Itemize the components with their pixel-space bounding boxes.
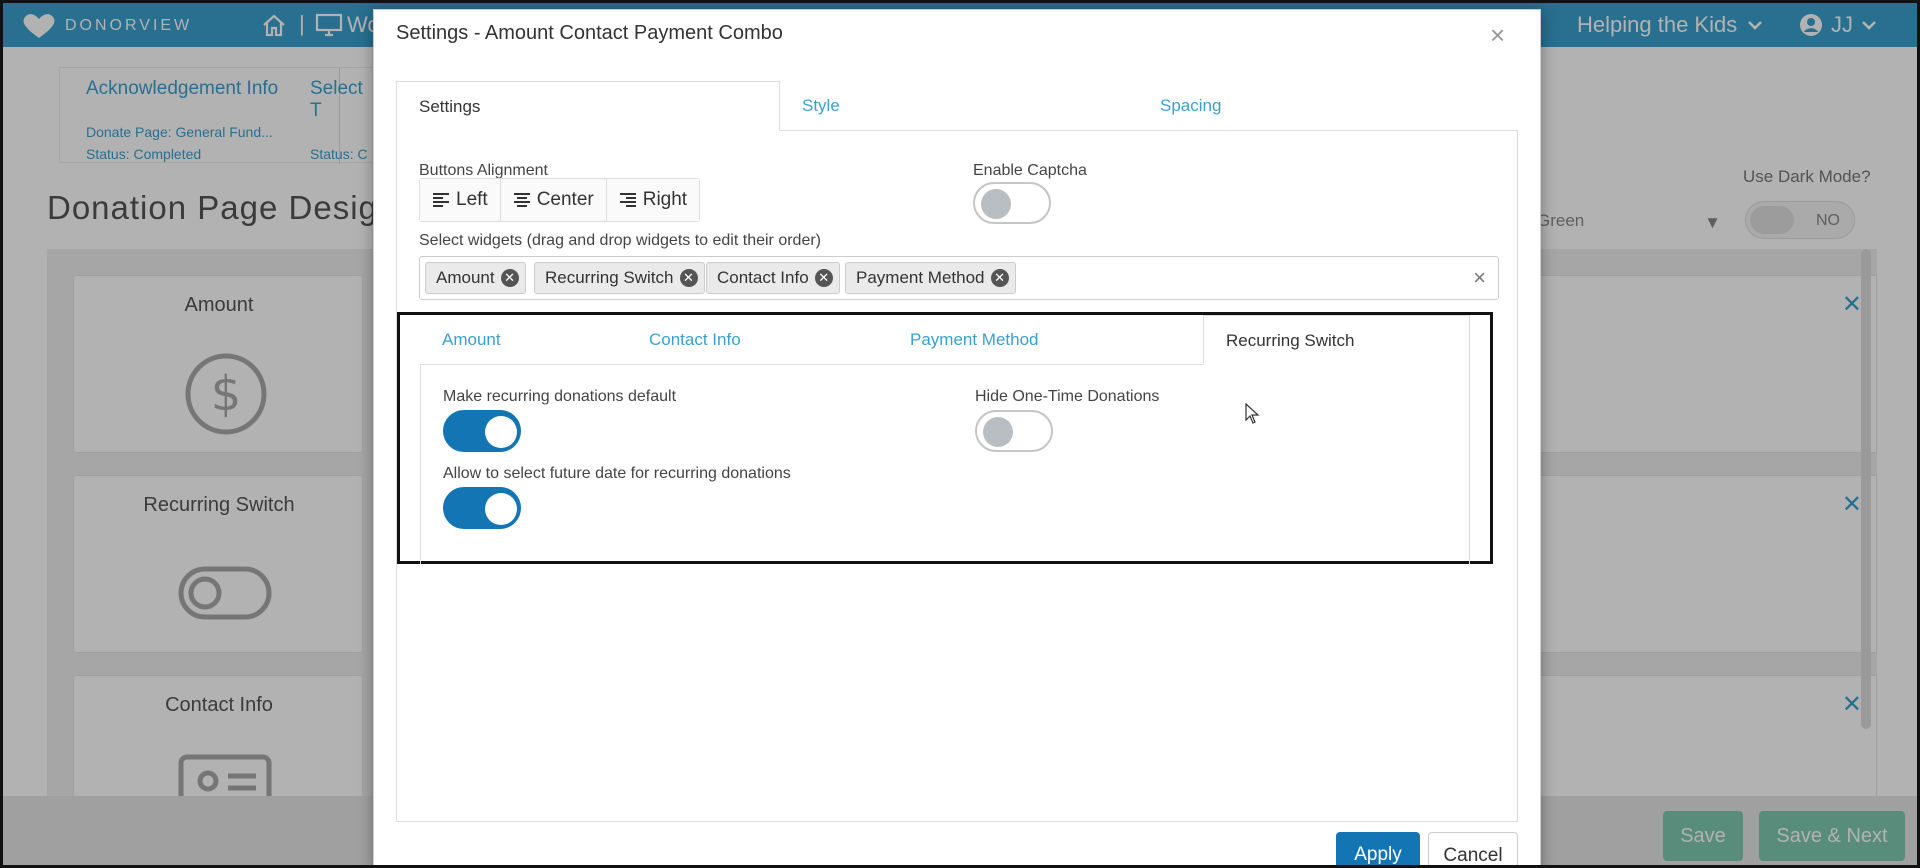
app-window: DONORVIEW | Wo Helping the Kids JJ Ackno…: [0, 0, 1920, 868]
align-left-label: Left: [456, 189, 488, 210]
align-right-icon: [619, 193, 636, 207]
align-left-icon: [433, 193, 449, 207]
remove-chip-icon[interactable]: ✕: [500, 269, 519, 287]
widget-tab-amount[interactable]: Amount: [420, 315, 501, 365]
clear-all-icon[interactable]: ×: [1473, 265, 1486, 291]
align-right-label: Right: [642, 189, 688, 210]
modal-title: Settings - Amount Contact Payment Combo: [396, 22, 783, 44]
hide-one-time-label: Hide One-Time Donations: [975, 388, 1160, 405]
toggle-knob: [981, 189, 1011, 219]
buttons-alignment-group: Left Center Right: [419, 178, 701, 222]
widget-tab-contact-info[interactable]: Contact Info: [649, 315, 741, 365]
select-widgets-label: Select widgets (drag and drop widgets to…: [419, 232, 821, 249]
widget-chip-recurring-switch[interactable]: Recurring Switch ✕: [534, 262, 705, 294]
chip-label: Amount: [436, 268, 495, 287]
make-recurring-default-toggle[interactable]: [443, 410, 521, 452]
remove-chip-icon[interactable]: ✕: [990, 269, 1009, 287]
chip-label: Contact Info: [717, 268, 809, 287]
align-center-button[interactable]: Center: [500, 179, 607, 221]
widget-settings-section: Amount Contact Info Payment Method Recur…: [397, 312, 1493, 564]
toggle-knob: [983, 417, 1013, 447]
widget-chip-contact-info[interactable]: Contact Info ✕: [706, 262, 840, 294]
widget-chip-payment-method[interactable]: Payment Method ✕: [845, 262, 1016, 294]
widget-tabs: Amount Contact Info Payment Method Recur…: [420, 315, 1470, 365]
make-recurring-default-label: Make recurring donations default: [443, 388, 677, 405]
hide-one-time-toggle[interactable]: [975, 410, 1053, 452]
align-left-button[interactable]: Left: [420, 179, 501, 221]
chip-label: Payment Method: [856, 268, 985, 287]
widgets-multiselect[interactable]: Amount ✕ Recurring Switch ✕ Contact Info…: [419, 256, 1499, 300]
align-right-button[interactable]: Right: [606, 179, 700, 221]
widget-chip-amount[interactable]: Amount ✕: [425, 262, 526, 294]
settings-modal: Settings - Amount Contact Payment Combo …: [373, 9, 1541, 865]
toggle-knob: [485, 416, 517, 448]
future-date-label: Allow to select future date for recurrin…: [443, 465, 791, 482]
apply-button[interactable]: Apply: [1336, 832, 1420, 865]
remove-chip-icon[interactable]: ✕: [814, 269, 833, 287]
chip-label: Recurring Switch: [545, 268, 674, 287]
tab-style[interactable]: Style: [802, 81, 840, 131]
future-date-toggle[interactable]: [443, 487, 521, 529]
widget-tab-payment-method[interactable]: Payment Method: [910, 315, 1039, 365]
modal-close-button[interactable]: ×: [1490, 20, 1505, 51]
cancel-button[interactable]: Cancel: [1428, 832, 1518, 865]
tab-spacing[interactable]: Spacing: [1160, 81, 1221, 131]
mouse-cursor-icon: [1245, 403, 1260, 424]
enable-captcha-label: Enable Captcha: [973, 162, 1087, 179]
align-center-icon: [513, 193, 530, 207]
settings-tabs: Settings Style Spacing: [396, 81, 1518, 131]
tab-settings[interactable]: Settings: [396, 81, 780, 131]
toggle-knob: [485, 493, 517, 525]
settings-tab-panel: Buttons Alignment Left Center Right Enab…: [396, 130, 1518, 822]
align-center-label: Center: [536, 189, 594, 210]
enable-captcha-toggle[interactable]: [973, 182, 1051, 224]
widget-tab-recurring-switch[interactable]: Recurring Switch: [1203, 315, 1470, 365]
remove-chip-icon[interactable]: ✕: [679, 269, 698, 287]
recurring-switch-panel: Make recurring donations default Hide On…: [420, 364, 1470, 564]
